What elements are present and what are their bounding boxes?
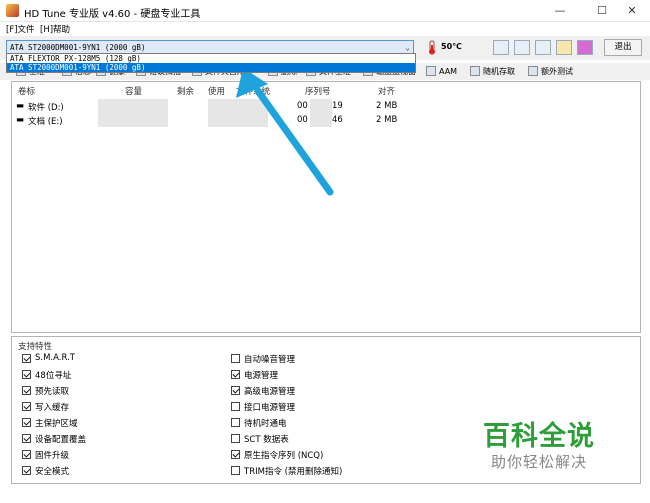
checkbox[interactable] [22,370,31,379]
checkbox[interactable] [22,386,31,395]
checkbox[interactable] [231,466,240,475]
checkbox[interactable] [231,434,240,443]
features-title: 支持特性 [18,342,53,352]
watermark-slogan: 助你轻松解决 [491,453,588,471]
checkbox[interactable] [22,418,31,427]
checkbox[interactable] [231,370,240,379]
checkbox[interactable] [22,434,31,443]
watermark-logo-text: 百科全说 [483,421,595,452]
checkbox[interactable] [22,402,31,411]
checkbox[interactable] [231,418,240,427]
checkbox[interactable] [231,386,240,395]
drive-option-selected[interactable]: ATA ST2000DM001-9YN1 (2000 gB) [7,63,415,72]
checkbox[interactable] [22,466,31,475]
checkbox[interactable] [22,450,31,459]
checkbox[interactable] [231,402,240,411]
checkbox[interactable] [22,354,31,363]
checkbox[interactable] [231,354,240,363]
drive-dropdown-list: ATA FLEXTOR PX-128M5 (128 gB) ATA ST2000… [6,53,416,73]
drive-option[interactable]: ATA FLEXTOR PX-128M5 (128 gB) [7,54,415,63]
checkbox[interactable] [231,450,240,459]
